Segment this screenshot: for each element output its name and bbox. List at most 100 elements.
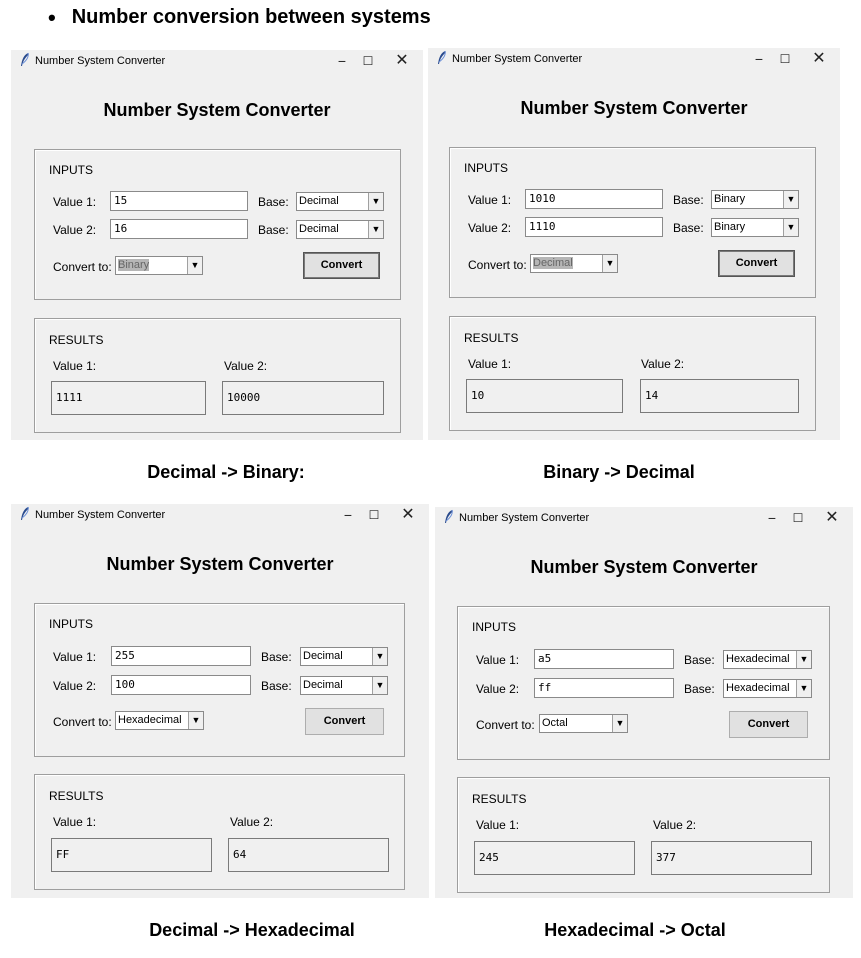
- value1-input[interactable]: 255: [111, 646, 251, 666]
- inputs-label: INPUTS: [49, 163, 94, 177]
- caption-decimal-binary: Decimal -> Binary:: [147, 462, 305, 482]
- value1-label: Value 1:: [468, 193, 512, 207]
- value1-input[interactable]: 15: [110, 191, 248, 211]
- dropdown-arrow-icon[interactable]: ▼: [187, 257, 202, 274]
- result2-label: Value 2:: [230, 815, 274, 829]
- dropdown-arrow-icon[interactable]: ▼: [783, 191, 798, 208]
- dropdown-arrow-icon[interactable]: ▼: [796, 651, 811, 668]
- dropdown-arrow-icon[interactable]: ▼: [783, 219, 798, 236]
- result2-label: Value 2:: [653, 818, 697, 832]
- dropdown-arrow-icon[interactable]: ▼: [602, 255, 617, 272]
- results-label: RESULTS: [49, 333, 104, 347]
- convert-to-select[interactable]: Decimal ▼: [530, 254, 618, 273]
- app-title: Number System Converter: [106, 554, 334, 574]
- base1-select[interactable]: Decimal ▼: [296, 192, 384, 211]
- base1-value: Decimal: [303, 650, 343, 662]
- convert-to-value: Decimal: [533, 257, 573, 269]
- base1-select[interactable]: Binary ▼: [711, 190, 799, 209]
- title-bar: Number System Converter − ☐ ✕: [11, 50, 423, 74]
- base2-select[interactable]: Binary ▼: [711, 218, 799, 237]
- heading-text: Number conversion between systems: [71, 6, 431, 28]
- value2-input[interactable]: 1110: [525, 217, 663, 237]
- maximize-button[interactable]: ☐: [359, 505, 389, 525]
- results-frame: RESULTS Value 1: Value 2: 10 14: [449, 316, 816, 431]
- results-label: RESULTS: [464, 331, 519, 345]
- convert-to-label: Convert to:: [53, 260, 112, 274]
- converter-window-4: Number System Converter − ☐ ✕ Number Sys…: [435, 507, 853, 898]
- feather-icon: [438, 50, 446, 64]
- app-title: Number System Converter: [530, 557, 758, 577]
- app-title: Number System Converter: [103, 100, 331, 120]
- dropdown-arrow-icon[interactable]: ▼: [612, 715, 627, 732]
- base1-label: Base:: [261, 650, 292, 664]
- result1-label: Value 1:: [53, 815, 97, 829]
- maximize-button[interactable]: ☐: [353, 51, 383, 71]
- dropdown-arrow-icon[interactable]: ▼: [368, 221, 383, 238]
- inputs-label: INPUTS: [464, 161, 509, 175]
- result2-output: 14: [640, 379, 799, 413]
- close-button[interactable]: ✕: [387, 51, 417, 71]
- converter-window-3: Number System Converter − ☐ ✕ Number Sys…: [11, 504, 429, 898]
- value2-label: Value 2:: [53, 679, 97, 693]
- value1-label: Value 1:: [53, 650, 97, 664]
- results-frame: RESULTS Value 1: Value 2: 245 377: [457, 777, 830, 893]
- value2-input[interactable]: 16: [110, 219, 248, 239]
- convert-button[interactable]: Convert: [718, 250, 795, 277]
- result2-output: 10000: [222, 381, 384, 415]
- dropdown-arrow-icon[interactable]: ▼: [188, 712, 203, 729]
- base2-label: Base:: [673, 221, 704, 235]
- base2-select[interactable]: Hexadecimal ▼: [723, 679, 812, 698]
- convert-to-select[interactable]: Hexadecimal ▼: [115, 711, 204, 730]
- value1-label: Value 1:: [476, 653, 520, 667]
- value2-input[interactable]: 100: [111, 675, 251, 695]
- maximize-button[interactable]: ☐: [770, 49, 800, 69]
- base1-label: Base:: [684, 653, 715, 667]
- convert-button[interactable]: Convert: [729, 711, 808, 738]
- result1-output: 245: [474, 841, 635, 875]
- result1-label: Value 1:: [468, 357, 512, 371]
- result2-label: Value 2:: [641, 357, 685, 371]
- value2-label: Value 2:: [476, 682, 520, 696]
- caption-binary-decimal: Binary -> Decimal: [543, 462, 695, 482]
- result2-output: 64: [228, 838, 389, 872]
- title-bar: Number System Converter − ☐ ✕: [11, 504, 429, 528]
- caption-decimal-hex: Decimal -> Hexadecimal: [149, 920, 355, 940]
- base2-value: Hexadecimal: [726, 682, 790, 694]
- inputs-frame: INPUTS Value 1: 255 Base: Decimal ▼ Value…: [34, 603, 405, 757]
- close-button[interactable]: ✕: [817, 508, 847, 528]
- close-button[interactable]: ✕: [393, 505, 423, 525]
- convert-to-select[interactable]: Binary ▼: [115, 256, 203, 275]
- close-button[interactable]: ✕: [804, 49, 834, 69]
- inputs-frame: INPUTS Value 1: a5 Base: Hexadecimal ▼ Va…: [457, 606, 830, 760]
- dropdown-arrow-icon[interactable]: ▼: [372, 648, 387, 665]
- value2-input[interactable]: ff: [534, 678, 674, 698]
- value1-input[interactable]: 1010: [525, 189, 663, 209]
- base2-select[interactable]: Decimal ▼: [296, 220, 384, 239]
- maximize-button[interactable]: ☐: [783, 508, 813, 528]
- dropdown-arrow-icon[interactable]: ▼: [372, 677, 387, 694]
- value2-label: Value 2:: [53, 223, 97, 237]
- page-heading: • Number conversion between systems: [48, 6, 431, 29]
- results-frame: RESULTS Value 1: Value 2: FF 64: [34, 774, 405, 890]
- base1-value: Binary: [714, 193, 746, 205]
- base1-value: Decimal: [299, 195, 339, 207]
- window-title: Number System Converter: [35, 509, 166, 521]
- convert-button[interactable]: Convert: [303, 252, 380, 279]
- app-title: Number System Converter: [520, 98, 748, 118]
- inputs-label: INPUTS: [49, 617, 94, 631]
- dropdown-arrow-icon[interactable]: ▼: [368, 193, 383, 210]
- base2-select[interactable]: Decimal ▼: [300, 676, 388, 695]
- base1-label: Base:: [258, 195, 289, 209]
- bullet-icon: •: [48, 4, 56, 30]
- convert-button[interactable]: Convert: [305, 708, 384, 735]
- base2-value: Decimal: [303, 679, 343, 691]
- base1-select[interactable]: Hexadecimal ▼: [723, 650, 812, 669]
- value1-input[interactable]: a5: [534, 649, 674, 669]
- convert-to-value: Hexadecimal: [118, 714, 182, 726]
- convert-to-value: Octal: [542, 717, 568, 729]
- convert-to-select[interactable]: Octal ▼: [539, 714, 628, 733]
- base1-label: Base:: [673, 193, 704, 207]
- dropdown-arrow-icon[interactable]: ▼: [796, 680, 811, 697]
- base1-select[interactable]: Decimal ▼: [300, 647, 388, 666]
- value1-label: Value 1:: [53, 195, 97, 209]
